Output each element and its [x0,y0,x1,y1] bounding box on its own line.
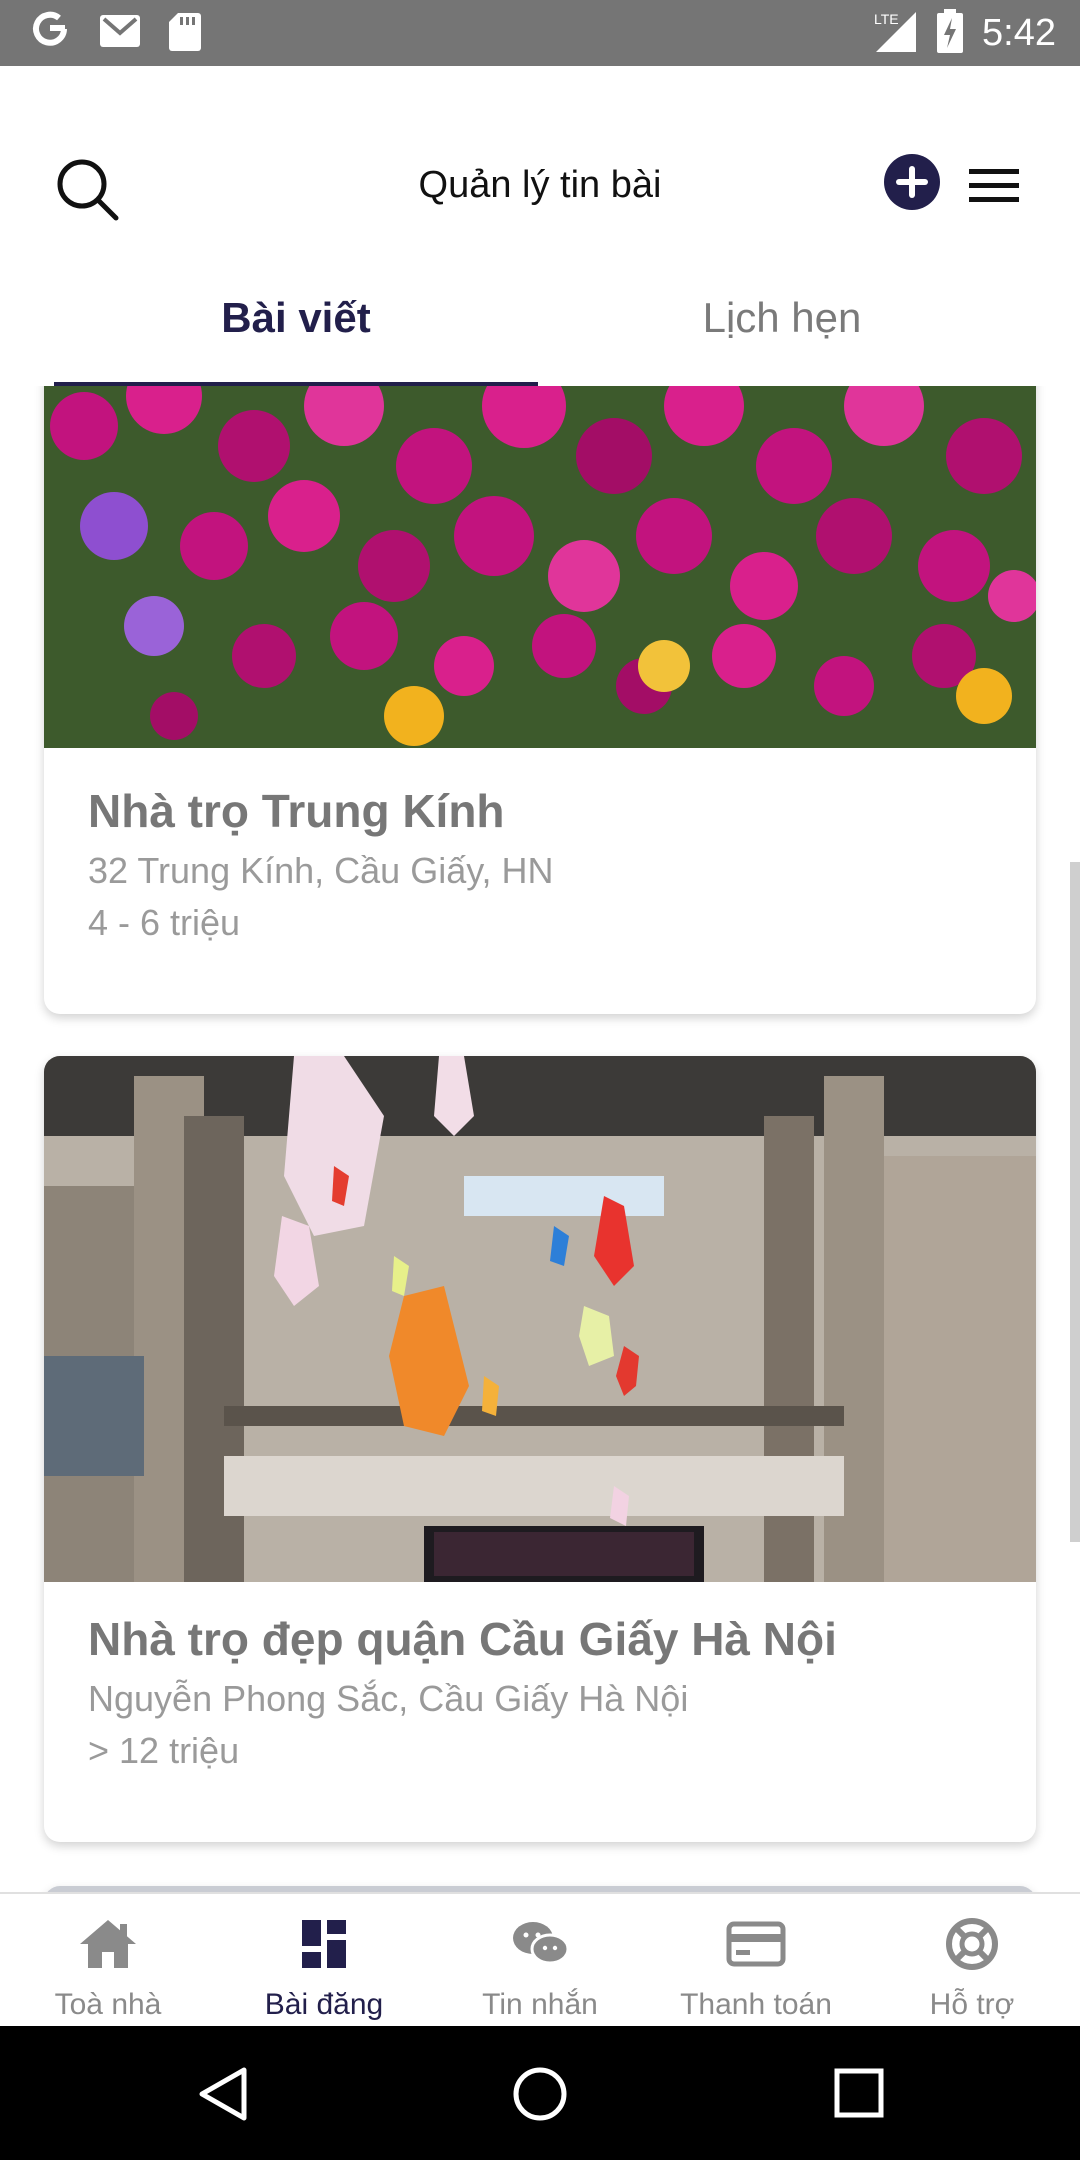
bottom-navigation: Toà nhà Bài đăng Tin nhắn Thanh toán Hỗ … [0,1892,1080,2028]
sd-card-icon [168,11,202,56]
nav-label: Hỗ trợ [929,1988,1015,2021]
listing-feed[interactable]: Nhà trọ Trung Kính 32 Trung Kính, Cầu Gi… [0,386,1080,1892]
listing-title: Nhà trọ Trung Kính [88,785,505,837]
nav-item-payment[interactable]: Thanh toán [648,1894,864,2028]
mall-interior-photo [44,1056,1036,1582]
hamburger-menu-icon [969,169,1019,202]
tab-appointments[interactable]: Lịch hẹn [540,258,1024,378]
recents-icon[interactable] [834,2068,884,2118]
listing-address: 32 Trung Kính, Cầu Giấy, HN [88,850,554,891]
nav-item-support[interactable]: Hỗ trợ [864,1894,1080,2028]
clock: 5:42 [982,11,1056,54]
nav-label: Bài đăng [264,1988,384,2021]
listing-card[interactable]: Nhà trọ Trung Kính 32 Trung Kính, Cầu Gi… [44,386,1036,1014]
lte-signal-icon: LTE [872,8,918,59]
flowers-photo [44,386,1036,748]
battery-charging-icon [936,8,964,58]
nav-item-buildings[interactable]: Toà nhà [0,1894,216,2028]
nav-item-messages[interactable]: Tin nhắn [432,1894,648,2028]
tab-bar: Bài viết Lịch hẹn [0,258,1080,386]
tab-posts[interactable]: Bài viết [54,258,538,378]
google-icon [28,7,72,59]
listing-price: > 12 triệu [88,1730,240,1771]
dashboard-icon [302,1920,346,1968]
menu-button[interactable] [966,166,1022,206]
gmail-icon [98,13,142,54]
listing-price: 4 - 6 triệu [88,902,241,943]
lifebuoy-icon [946,1918,998,1970]
chat-icon [513,1922,570,1965]
system-navigation-bar [0,2026,1080,2160]
home-circle-icon[interactable] [512,2066,568,2122]
listing-address: Nguyễn Phong Sắc, Cầu Giấy Hà Nội [88,1678,689,1719]
scrollbar[interactable] [1070,862,1080,1542]
credit-card-icon [726,1921,786,1967]
back-icon[interactable] [196,2066,250,2122]
add-post-button[interactable] [884,154,940,210]
nav-label: Thanh toán [680,1988,832,2021]
home-icon [80,1920,136,1968]
status-bar: LTE 5:42 [0,0,1080,66]
nav-item-posts[interactable]: Bài đăng [216,1894,432,2028]
nav-label: Toà nhà [54,1988,162,2021]
listing-card[interactable]: Nhà trọ đẹp quận Cầu Giấy Hà Nội Nguyễn … [44,1056,1036,1842]
listing-title: Nhà trọ đẹp quận Cầu Giấy Hà Nội [88,1613,837,1665]
nav-label: Tin nhắn [482,1988,598,2021]
svg-text:LTE: LTE [874,11,899,27]
plus-icon [896,166,928,198]
